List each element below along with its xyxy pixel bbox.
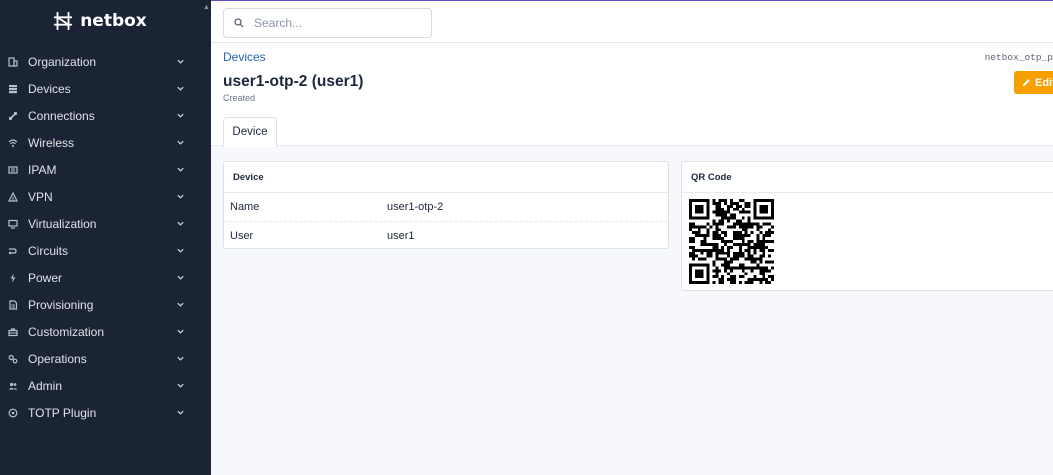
sidebar-item-power[interactable]: Power bbox=[0, 264, 211, 291]
chevron-down-icon bbox=[177, 140, 184, 145]
tab-device[interactable]: Device bbox=[223, 117, 277, 147]
sidebar-item-organization[interactable]: Organization bbox=[0, 48, 211, 75]
qr-code-card: QR Code bbox=[681, 161, 1053, 291]
sidebar-item-ipam[interactable]: IPAM bbox=[0, 156, 211, 183]
sidebar-item-totp-plugin[interactable]: TOTP Plugin bbox=[0, 399, 211, 426]
sidebar-item-label: Power bbox=[28, 270, 63, 285]
device-card: Device Name user1-otp-2 User user1 bbox=[223, 161, 669, 249]
attribute-value: user1 bbox=[387, 229, 415, 242]
counter-icon bbox=[7, 164, 19, 176]
sidebar-item-connections[interactable]: Connections bbox=[0, 102, 211, 129]
sidebar-item-label: Circuits bbox=[28, 243, 69, 258]
sidebar-item-operations[interactable]: Operations bbox=[0, 345, 211, 372]
chevron-down-icon bbox=[177, 410, 184, 415]
pencil-icon bbox=[1022, 79, 1030, 87]
chevron-down-icon bbox=[177, 248, 184, 253]
sidebar-item-label: Devices bbox=[28, 81, 71, 96]
qr-card-title: QR Code bbox=[682, 162, 1053, 193]
top-bar bbox=[211, 0, 1053, 43]
brand-logo[interactable]: netbox bbox=[0, 0, 211, 42]
sidebar-item-label: IPAM bbox=[28, 162, 57, 177]
breadcrumb-devices[interactable]: Devices bbox=[223, 50, 266, 64]
qr-code-container bbox=[682, 193, 1053, 295]
sidebar-item-label: Organization bbox=[28, 54, 97, 69]
page-title: user1-otp-2 (user1) bbox=[223, 73, 364, 90]
chevron-down-icon bbox=[177, 59, 184, 64]
sidebar-item-label: Customization bbox=[28, 324, 105, 339]
chevron-down-icon bbox=[177, 221, 184, 226]
sidebar-item-label: Wireless bbox=[28, 135, 75, 150]
search-icon bbox=[234, 18, 244, 28]
chevron-down-icon bbox=[177, 194, 184, 199]
transit-icon bbox=[7, 245, 19, 257]
chevron-down-icon bbox=[177, 383, 184, 388]
building-icon bbox=[7, 56, 19, 68]
sidebar-item-label: Virtualization bbox=[28, 216, 97, 231]
sidebar-item-circuits[interactable]: Circuits bbox=[0, 237, 211, 264]
object-identifier: netbox_otp_p bbox=[984, 52, 1053, 63]
sidebar-item-label: Provisioning bbox=[28, 297, 94, 312]
device-card-title: Device bbox=[224, 162, 668, 193]
created-timestamp: Created bbox=[223, 93, 256, 103]
wifi-icon bbox=[7, 137, 19, 149]
sidebar-item-provisioning[interactable]: Provisioning bbox=[0, 291, 211, 318]
sidebar-item-label: Operations bbox=[28, 351, 87, 366]
attribute-key: Name bbox=[230, 201, 260, 213]
chevron-down-icon bbox=[177, 329, 184, 334]
chevron-down-icon bbox=[177, 86, 184, 91]
file-document-icon bbox=[7, 299, 19, 311]
server-icon bbox=[7, 83, 19, 95]
qr-code-image bbox=[689, 199, 774, 284]
sidebar-item-label: TOTP Plugin bbox=[28, 405, 97, 420]
attribute-row-user: User user1 bbox=[224, 221, 668, 249]
monitor-icon bbox=[7, 218, 19, 230]
sidebar-item-virtualization[interactable]: Virtualization bbox=[0, 210, 211, 237]
flash-icon bbox=[7, 272, 19, 284]
connection-icon bbox=[7, 110, 19, 122]
page-header: Devices user1-otp-2 (user1) Created netb… bbox=[211, 43, 1053, 147]
sidebar-item-customization[interactable]: Customization bbox=[0, 318, 211, 345]
sidebar-item-admin[interactable]: Admin bbox=[0, 372, 211, 399]
sidebar-item-label: VPN bbox=[28, 189, 53, 204]
chevron-down-icon bbox=[177, 113, 184, 118]
account-multiple-icon bbox=[7, 380, 19, 392]
sidebar-item-vpn[interactable]: VPN bbox=[0, 183, 211, 210]
edit-button-label: Edit bbox=[1035, 76, 1053, 89]
chevron-down-icon bbox=[177, 167, 184, 172]
sidebar-item-wireless[interactable]: Wireless bbox=[0, 129, 211, 156]
attribute-key: User bbox=[230, 229, 254, 242]
chevron-down-icon bbox=[177, 275, 184, 280]
sidebar-item-label: Admin bbox=[28, 378, 63, 393]
toolbox-icon bbox=[7, 326, 19, 338]
netbox-logo-icon bbox=[54, 11, 73, 31]
shield-icon bbox=[7, 407, 19, 419]
brand-name: netbox bbox=[80, 11, 147, 31]
edit-button[interactable]: Edit bbox=[1014, 71, 1053, 94]
scroll-up-arrow-icon[interactable]: ▲ bbox=[203, 4, 210, 12]
sidebar-item-devices[interactable]: Devices bbox=[0, 75, 211, 102]
cogs-icon bbox=[7, 353, 19, 365]
attribute-row-name: Name user1-otp-2 bbox=[224, 193, 668, 221]
sidebar-item-label: Connections bbox=[28, 108, 95, 123]
chevron-down-icon bbox=[177, 302, 184, 307]
search-box[interactable] bbox=[223, 8, 432, 38]
attribute-value: user1-otp-2 bbox=[387, 201, 444, 213]
sidebar-menu: Organization Devices Connections Wireles… bbox=[0, 48, 211, 426]
search-input[interactable] bbox=[254, 16, 424, 30]
tunnel-icon bbox=[7, 191, 19, 203]
sidebar: netbox ▲ Organization Devices Connection… bbox=[0, 0, 211, 475]
chevron-down-icon bbox=[177, 356, 184, 361]
